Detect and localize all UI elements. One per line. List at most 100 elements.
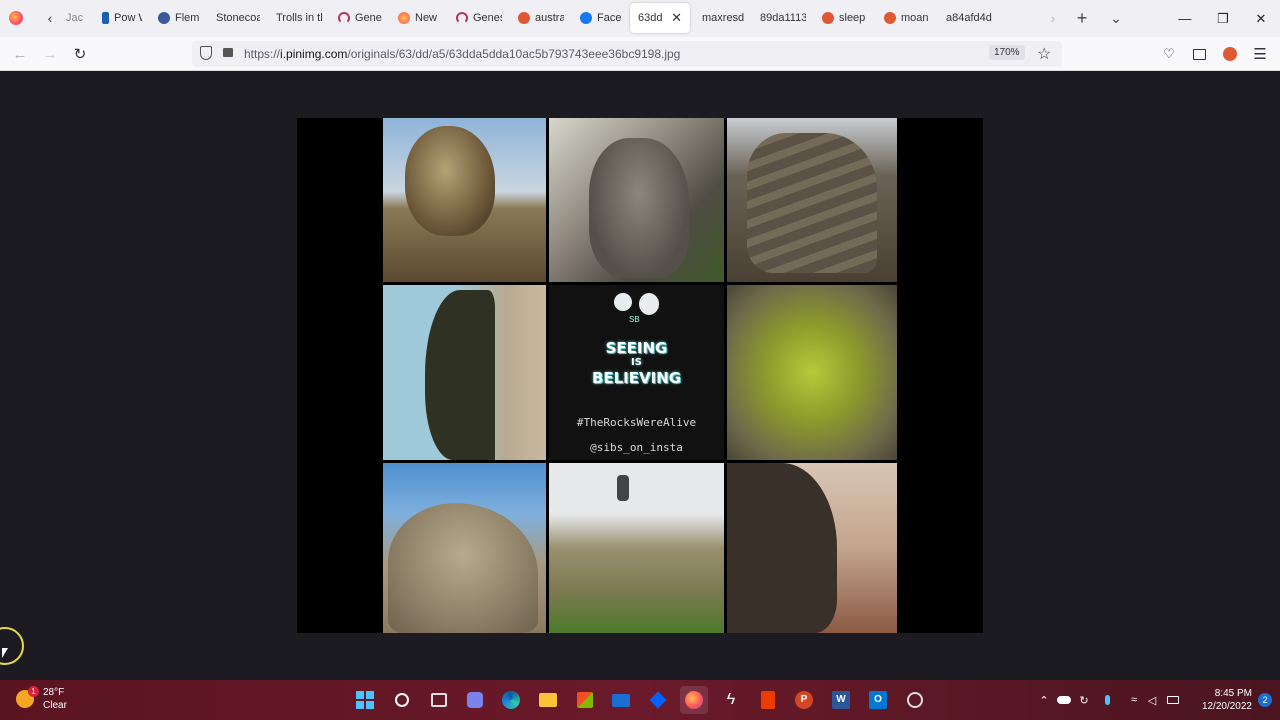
teams-chat-button[interactable] — [461, 686, 489, 714]
new-tab-button[interactable]: + — [1069, 5, 1095, 31]
file-explorer-button[interactable] — [534, 686, 562, 714]
climber-figure — [617, 475, 629, 501]
tab[interactable]: 89da1113 — [752, 3, 814, 33]
onedrive-button[interactable] — [1056, 692, 1072, 708]
mail-button[interactable] — [607, 686, 635, 714]
tab[interactable]: austra — [510, 3, 572, 33]
rock-photo-2 — [549, 118, 724, 282]
battery-button[interactable] — [1165, 692, 1181, 708]
center-text-panel: SB SEEING IS BELIEVING #TheRocksWereAliv… — [549, 285, 724, 460]
rock-photo-4 — [383, 285, 546, 460]
tab[interactable]: Flemi — [150, 3, 208, 33]
back-button[interactable]: ← — [5, 39, 35, 69]
winamp-button[interactable]: ϟ — [717, 686, 745, 714]
word-button[interactable]: W — [827, 686, 855, 714]
believing-text: BELIEVING — [591, 369, 682, 387]
windows-logo-icon — [356, 691, 374, 709]
viewed-image[interactable]: SB SEEING IS BELIEVING #TheRocksWereAliv… — [297, 118, 983, 633]
dropbox-button[interactable] — [644, 686, 672, 714]
outlook-button[interactable]: O — [864, 686, 892, 714]
tab[interactable]: Genes — [448, 3, 510, 33]
tab-scroll-right-button[interactable]: › — [1040, 5, 1066, 31]
url-text[interactable]: https://i.pinimg.com/originals/63/dd/a5/… — [244, 47, 680, 61]
tab[interactable]: maxresde — [694, 3, 752, 33]
rock-photo-9 — [727, 463, 897, 633]
folder-icon — [539, 693, 557, 707]
clock[interactable]: 8:45 PM 12/20/2022 — [1202, 687, 1252, 713]
rock-silhouette — [425, 290, 495, 460]
firefox-view-button[interactable] — [3, 5, 29, 31]
tab-favicon — [102, 12, 109, 24]
weather-widget[interactable]: 1 28°F Clear — [14, 686, 84, 714]
task-view-icon — [431, 693, 447, 707]
close-window-button[interactable]: ✕ — [1242, 0, 1280, 37]
app-menu-button[interactable]: ☰ — [1245, 39, 1275, 69]
screen-recorder-button[interactable] — [901, 686, 929, 714]
forward-button[interactable]: → — [35, 39, 65, 69]
sidebar-icon — [1192, 48, 1206, 60]
tab[interactable]: moan — [876, 3, 938, 33]
tab[interactable]: Genes — [330, 3, 390, 33]
seeing-text: SEEING — [605, 339, 668, 357]
date-text: 12/20/2022 — [1201, 701, 1252, 712]
volume-button[interactable]: ◁ — [1144, 692, 1160, 708]
tab[interactable]: Jac — [58, 3, 94, 33]
duckduckgo-extension-button[interactable] — [1215, 39, 1245, 69]
edge-button[interactable] — [497, 686, 525, 714]
reload-button[interactable]: ↻ — [65, 39, 95, 69]
wifi-button[interactable]: ≈ — [1126, 692, 1142, 708]
hashtag-text: #TheRocksWereAlive — [576, 416, 697, 429]
pocket-button[interactable]: ♡ — [1154, 39, 1184, 69]
facebook-icon — [580, 12, 592, 24]
temperature-text: 28°F — [43, 687, 65, 698]
firefox-taskbar-button[interactable] — [680, 686, 708, 714]
outlook-icon: O — [869, 691, 887, 709]
tab[interactable]: a84afd4d — [938, 3, 1006, 33]
restore-button[interactable]: ❐ — [1204, 0, 1242, 37]
start-button[interactable] — [351, 686, 379, 714]
cursor-highlight — [0, 627, 24, 665]
show-hidden-icons-button[interactable]: ⌃ — [1036, 692, 1052, 708]
pocket-icon: ♡ — [1163, 46, 1175, 61]
tab-label: Faceb — [597, 12, 622, 24]
word-icon: W — [832, 691, 850, 709]
mouse-pointer-icon — [2, 648, 8, 658]
address-bar[interactable]: https://i.pinimg.com/originals/63/dd/a5/… — [192, 41, 1062, 67]
tab-strip: ‹ Jac Pow W Flemi Stonecoat Trolls in th… — [0, 0, 1280, 37]
sidebar-button[interactable] — [1184, 39, 1214, 69]
rock-shape — [388, 503, 538, 633]
wifi-icon: ≈ — [1130, 694, 1138, 706]
tab[interactable]: sleep — [814, 3, 876, 33]
search-button[interactable] — [388, 686, 416, 714]
shield-icon[interactable] — [200, 46, 212, 60]
sync-icon: ↻ — [1079, 694, 1089, 707]
tab[interactable]: Trolls in th — [268, 3, 330, 33]
tab[interactable]: New T — [390, 3, 448, 33]
tab-label: 89da1113 — [760, 12, 806, 24]
task-view-button[interactable] — [425, 686, 453, 714]
page-content: SB SEEING IS BELIEVING #TheRocksWereAliv… — [0, 71, 1280, 680]
lock-icon[interactable] — [223, 48, 233, 57]
minimize-button[interactable]: — — [1166, 0, 1204, 37]
tab-favicon — [338, 12, 350, 24]
minimize-icon: — — [1178, 11, 1192, 26]
sync-button[interactable]: ↻ — [1076, 692, 1092, 708]
bookmark-star-icon[interactable]: ☆ — [1037, 44, 1051, 64]
tab-label: austra — [535, 12, 564, 24]
powerpoint-button[interactable]: P — [790, 686, 818, 714]
tab-active[interactable]: 63dda5 ✕ — [630, 3, 690, 33]
close-tab-icon[interactable]: ✕ — [671, 10, 682, 26]
powerpoint-icon: P — [795, 691, 813, 709]
zoom-indicator[interactable]: 170% — [989, 45, 1025, 60]
tab[interactable]: Stonecoat — [208, 3, 268, 33]
notification-badge[interactable]: 2 — [1258, 693, 1272, 707]
tab[interactable]: Pow W — [94, 3, 150, 33]
tab-label: Pow W — [114, 12, 142, 24]
microsoft-store-button[interactable] — [571, 686, 599, 714]
sb-logo: SB — [604, 293, 674, 333]
rock-photo-8 — [549, 463, 724, 633]
office-button[interactable] — [754, 686, 782, 714]
list-all-tabs-button[interactable]: ⌄ — [1103, 5, 1129, 31]
tab[interactable]: Faceb — [572, 3, 630, 33]
microphone-button[interactable] — [1099, 692, 1115, 708]
